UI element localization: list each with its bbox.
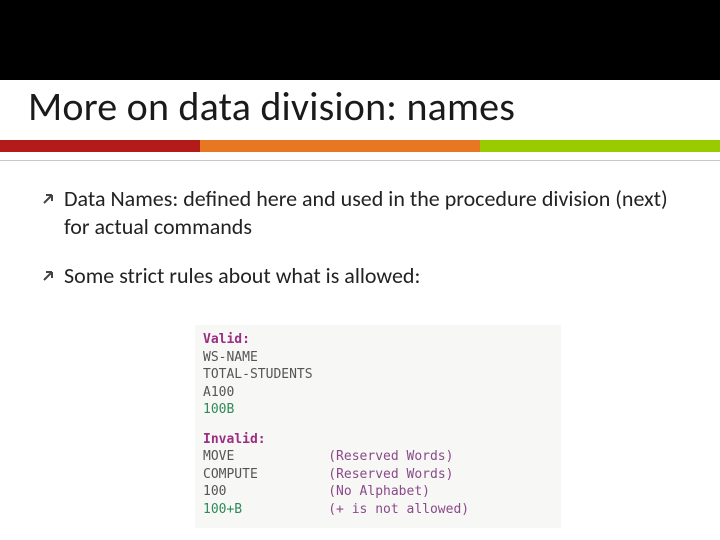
arrow-icon [42, 189, 64, 205]
code-note: (Reserved Words) [328, 467, 453, 482]
code-line: WS-NAME [203, 349, 553, 367]
header-black-bar [0, 0, 720, 80]
code-line: TOTAL-STUDENTS [203, 366, 553, 384]
code-name: 100 [203, 484, 226, 499]
divider-line [0, 160, 720, 161]
accent-orange [200, 140, 480, 152]
invalid-label: Invalid: [203, 432, 266, 447]
code-note: (No Alphabet) [328, 484, 430, 499]
code-line: A100 [203, 384, 553, 402]
arrow-icon [42, 266, 64, 282]
accent-green [480, 140, 720, 152]
code-name-green: 100+B [203, 502, 242, 517]
accent-red [0, 140, 200, 152]
slide: More on data division: names Data Names:… [0, 0, 720, 540]
slide-title: More on data division: names [28, 82, 515, 131]
bullet-text: Data Names: defined here and used in the… [64, 185, 680, 240]
bullet-text: Some strict rules about what is allowed: [64, 262, 680, 290]
code-pad-2 [226, 484, 328, 499]
code-pad-1 [258, 467, 328, 482]
code-note: (+ is not allowed) [328, 502, 469, 517]
bullet-item: Some strict rules about what is allowed: [42, 262, 680, 290]
code-line-green: 100B [203, 402, 234, 417]
code-name: MOVE [203, 449, 234, 464]
code-pad-0 [234, 449, 328, 464]
code-pad-3 [242, 502, 328, 517]
code-example: Valid: WS-NAME TOTAL-STUDENTS A100 100B … [195, 325, 561, 528]
bullet-item: Data Names: defined here and used in the… [42, 185, 680, 240]
code-name: COMPUTE [203, 467, 258, 482]
code-note: (Reserved Words) [328, 449, 453, 464]
slide-body: Data Names: defined here and used in the… [42, 185, 680, 312]
accent-band [0, 140, 720, 152]
valid-label: Valid: [203, 332, 250, 347]
